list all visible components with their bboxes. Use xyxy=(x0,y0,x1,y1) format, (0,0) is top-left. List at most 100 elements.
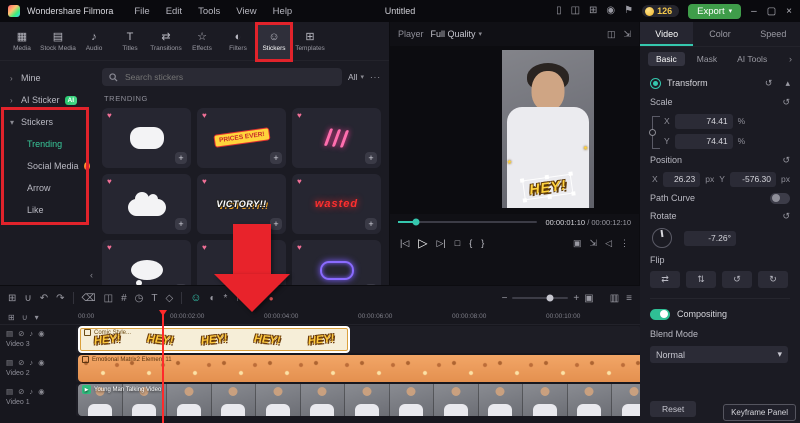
sticker-tile-speech-bubble[interactable]: ♥ + xyxy=(102,108,191,168)
sticker-tile-anger-lines[interactable]: ♥ + xyxy=(292,108,381,168)
reset-transform-icon[interactable]: ↺ xyxy=(765,78,773,89)
tab-speed[interactable]: Speed xyxy=(747,22,800,46)
zoom-in-button[interactable]: + xyxy=(573,293,579,304)
sidebar-item-like[interactable]: Like xyxy=(0,199,96,221)
snap-button[interactable]: ∪ xyxy=(24,293,31,304)
search-input[interactable] xyxy=(123,71,336,83)
tab-titles[interactable]: T Titles xyxy=(112,24,148,60)
track-type-icon[interactable]: ▤ xyxy=(6,387,13,396)
notification-icon[interactable]: ⚑ xyxy=(624,6,633,16)
selection-handle[interactable] xyxy=(522,198,527,203)
scale-link-icon[interactable] xyxy=(649,116,660,149)
reset-button[interactable]: Reset xyxy=(650,401,697,417)
sidebar-collapse-button[interactable]: ‹ xyxy=(90,270,93,280)
panel-layout-icon[interactable]: ▥ xyxy=(610,293,619,304)
hide-track-icon[interactable]: ◉ xyxy=(38,329,45,338)
menu-view[interactable]: View xyxy=(236,6,256,17)
timeline-ruler[interactable]: ⊞ ∪ ▾ 00:00 00:00:02:00 00:00:04:00 00:0… xyxy=(0,310,640,325)
flip-vertical-button[interactable]: ⇅ xyxy=(686,271,716,288)
sidebar-item-arrow[interactable]: Arrow xyxy=(0,177,96,199)
lock-track-icon[interactable]: ⊘ xyxy=(18,387,24,396)
maximize-button[interactable]: ▢ xyxy=(767,6,776,17)
scale-x-input[interactable]: 74.41 xyxy=(674,113,733,129)
track-lane[interactable]: ▶ Young Man Talking Video xyxy=(76,384,640,416)
favorite-icon[interactable]: ♥ xyxy=(107,111,112,120)
reset-position-icon[interactable]: ↺ xyxy=(782,155,790,166)
crop-button[interactable]: # xyxy=(121,293,127,304)
timeline-menu-icon[interactable]: ≡ xyxy=(626,293,632,304)
position-y-input[interactable]: -576.30 xyxy=(729,171,777,187)
tab-filters[interactable]: ◐ Filters xyxy=(220,24,256,60)
text-button[interactable]: T xyxy=(151,293,157,304)
sidebar-item-stickers[interactable]: ▾ Stickers xyxy=(0,111,96,133)
reset-rotate-icon[interactable]: ↺ xyxy=(782,211,790,222)
path-curve-toggle[interactable] xyxy=(770,192,790,204)
collapse-section-icon[interactable]: ▴ xyxy=(785,78,790,89)
blend-mode-dropdown[interactable]: Normal ▾ xyxy=(650,346,788,363)
playback-slider[interactable] xyxy=(398,218,538,226)
rotate-input[interactable]: -7.26° xyxy=(684,230,736,246)
player-more-button[interactable]: ⋮ xyxy=(620,238,629,249)
favorite-icon[interactable]: ♥ xyxy=(202,177,207,186)
stop-button[interactable]: □ xyxy=(455,238,460,248)
add-sticker-button[interactable]: + xyxy=(175,152,187,164)
expand-player-icon[interactable]: ⇲ xyxy=(623,29,631,40)
selection-handle[interactable] xyxy=(546,194,552,200)
sidebar-item-mine[interactable]: › Mine xyxy=(0,67,96,89)
export-button[interactable]: Export ▾ xyxy=(688,3,742,19)
mute-track-icon[interactable]: ♪ xyxy=(29,358,33,367)
sidebar-item-ai-sticker[interactable]: › AI Sticker AI xyxy=(0,89,96,111)
tab-effects[interactable]: ☆ Effects xyxy=(184,24,220,60)
chevron-right-icon[interactable]: › xyxy=(789,54,792,64)
sticker-quick-button[interactable]: ☺ xyxy=(190,292,201,304)
add-sticker-button[interactable]: + xyxy=(365,218,377,230)
menu-edit[interactable]: Edit xyxy=(166,6,182,17)
playhead[interactable] xyxy=(159,310,167,423)
filter-dropdown[interactable]: All ▾ xyxy=(348,72,364,82)
tab-audio[interactable]: ♪ Audio xyxy=(76,24,112,60)
sidebar-item-trending[interactable]: Trending xyxy=(0,133,96,155)
add-sticker-button[interactable]: + xyxy=(175,218,187,230)
fullscreen-button[interactable]: ⇲ xyxy=(590,238,598,249)
phone-link-icon[interactable]: ▯ xyxy=(556,6,562,16)
screen-layout-icon[interactable]: ◫ xyxy=(571,6,580,16)
track-lane[interactable]: Comic Style... HEY! HEY! HEY! HEY! HEY! xyxy=(76,326,640,353)
menu-tools[interactable]: Tools xyxy=(198,6,220,17)
favorite-icon[interactable]: ♥ xyxy=(107,177,112,186)
compositing-toggle[interactable] xyxy=(650,308,670,320)
dual-screen-icon[interactable]: ⊞ xyxy=(589,6,597,16)
menu-file[interactable]: File xyxy=(134,6,149,17)
sticker-tile-prices-ever[interactable]: ♥ PRICES EVER! + xyxy=(197,108,286,168)
hide-track-icon[interactable]: ◉ xyxy=(38,358,45,367)
add-sticker-button[interactable]: + xyxy=(270,218,282,230)
selection-handle[interactable] xyxy=(568,171,573,176)
redo-button[interactable]: ↷ xyxy=(56,293,64,304)
sticker-clip[interactable]: Comic Style... HEY! HEY! HEY! HEY! HEY! xyxy=(78,326,350,353)
play-button[interactable]: ▷ xyxy=(418,236,427,250)
close-button[interactable]: × xyxy=(786,6,792,17)
subtab-ai-tools[interactable]: AI Tools xyxy=(729,52,775,66)
split-button[interactable]: ◫ xyxy=(104,293,113,304)
mark-in-button[interactable]: { xyxy=(469,238,472,248)
sticker-tile-cloud-bubble[interactable]: ♥ + xyxy=(102,174,191,234)
rotate-dial[interactable] xyxy=(652,228,672,248)
speed-button[interactable]: ◷ xyxy=(135,293,144,304)
track-options-icon[interactable]: ▾ xyxy=(35,313,39,322)
hide-track-icon[interactable]: ◉ xyxy=(38,387,45,396)
sticker-tile-wasted[interactable]: ♥ wasted + xyxy=(292,174,381,234)
favorite-icon[interactable]: ♥ xyxy=(297,111,302,120)
lock-track-icon[interactable]: ⊘ xyxy=(18,329,24,338)
rotate-cw-button[interactable]: ↻ xyxy=(758,271,788,288)
magnet-icon[interactable]: ∪ xyxy=(22,313,28,322)
snapshot-button[interactable]: ▣ xyxy=(573,238,582,249)
scale-y-input[interactable]: 74.41 xyxy=(674,133,733,149)
add-track-icon[interactable]: ⊞ xyxy=(8,313,15,322)
previous-frame-button[interactable]: |◁ xyxy=(400,238,409,249)
add-sticker-button[interactable]: + xyxy=(270,152,282,164)
tab-color[interactable]: Color xyxy=(693,22,746,46)
quality-dropdown[interactable]: Full Quality ▾ xyxy=(431,29,483,39)
user-account-icon[interactable]: ◉ xyxy=(606,6,615,16)
next-frame-button[interactable]: ▷| xyxy=(437,238,446,249)
position-x-input[interactable]: 26.23 xyxy=(662,171,701,187)
menu-help[interactable]: Help xyxy=(273,6,293,17)
